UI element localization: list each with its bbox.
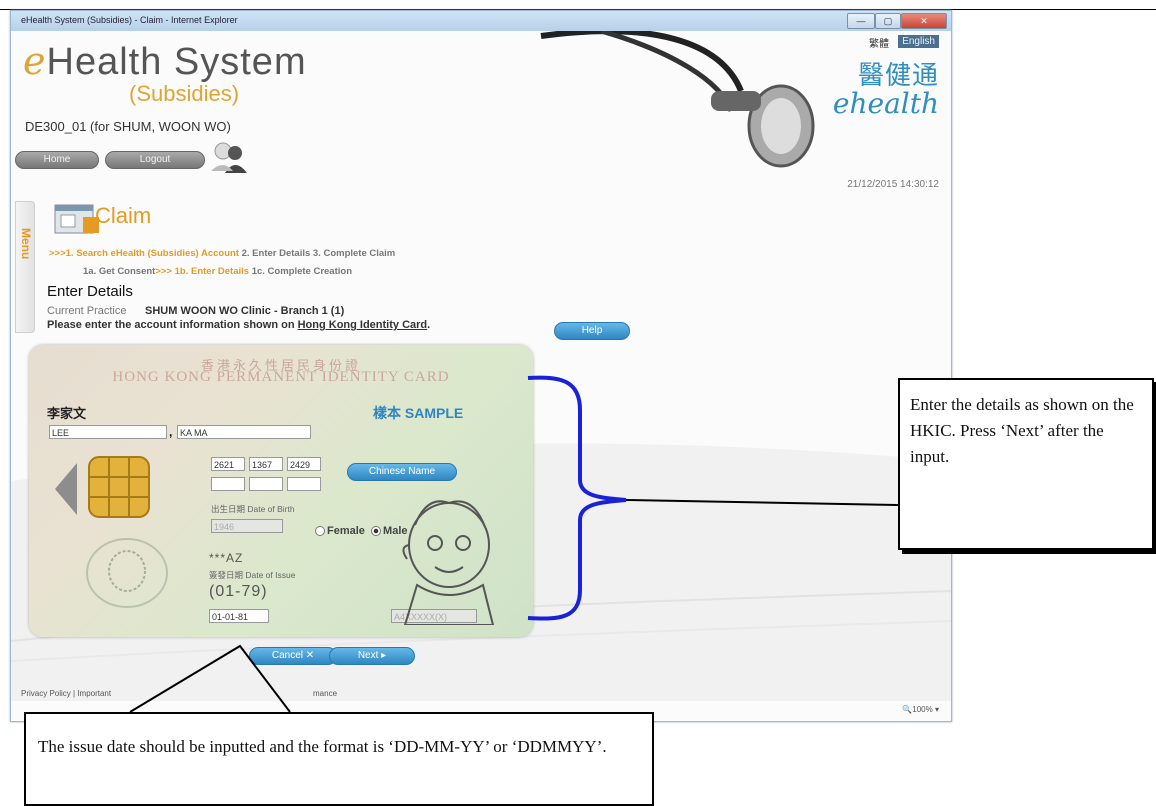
surname-input[interactable]: LEE <box>49 425 167 439</box>
male-radio[interactable] <box>371 526 382 537</box>
english-language-link[interactable]: English <box>898 35 939 48</box>
chip-icon <box>88 456 150 518</box>
dob-label: 出生日期 Date of Birth <box>211 504 295 514</box>
doi-label: 簽發日期 Date of Issue <box>209 570 296 580</box>
browser-window: eHealth System (Subsidies) - Claim - Int… <box>10 10 952 722</box>
hkic-link[interactable]: Hong Kong Identity Card <box>298 319 428 331</box>
ccc-input-5[interactable] <box>249 477 283 491</box>
chinese-language-link[interactable]: 繁體 <box>869 35 889 50</box>
practice-value: SHUM WOON WO Clinic - Branch 1 (1) <box>145 305 345 317</box>
maximize-button[interactable]: ▢ <box>875 13 901 29</box>
card-arrow-decoration <box>55 463 77 515</box>
current-datetime: 21/12/2015 14:30:12 <box>847 179 939 190</box>
doi-code: (01-79) <box>209 583 268 600</box>
people-icon <box>211 142 247 173</box>
name-separator: , <box>169 425 173 439</box>
cancel-button[interactable]: Cancel ✕ <box>249 647 337 665</box>
home-button[interactable]: Home <box>15 151 99 169</box>
logout-button[interactable]: Logout <box>105 151 205 169</box>
ehealth-logo: ehealth <box>832 87 939 120</box>
female-radio[interactable] <box>315 526 325 537</box>
step-1c: 1c. Complete Creation <box>249 266 353 277</box>
app-logo: eHealth System <box>23 39 307 83</box>
app-logo-subtitle: (Subsidies) <box>129 81 240 106</box>
ccc-input-2[interactable]: 1367 <box>249 457 283 471</box>
section-title: Enter Details <box>47 283 133 300</box>
zoom-level[interactable]: 🔍100% ▾ <box>902 705 939 714</box>
chinese-name-button[interactable]: Chinese Name <box>347 463 457 481</box>
instruction-text: Please enter the account information sho… <box>47 319 431 331</box>
progress-steps: >>>1. Search eHealth (Subsidies) Account… <box>49 248 395 259</box>
claim-icon <box>54 204 99 234</box>
date-of-issue-input[interactable]: 01-01-81 <box>209 609 269 623</box>
side-menu-tab[interactable]: Menu <box>15 201 35 333</box>
cartoon-face-image <box>402 500 495 625</box>
card-symbols: ***AZ <box>209 551 244 565</box>
minimize-button[interactable]: — <box>847 13 875 29</box>
sample-stamp: 樣本 SAMPLE <box>373 405 464 421</box>
callout-right: Enter the details as shown on the HKIC. … <box>898 378 1154 550</box>
footer: Privacy Policy | Important mance <box>21 689 337 698</box>
close-button[interactable]: ✕ <box>901 13 947 29</box>
page-title: Claim <box>95 203 152 228</box>
female-label: Female <box>327 525 365 537</box>
title-bar: eHealth System (Subsidies) - Claim - Int… <box>11 11 951 31</box>
card-chinese-name: 李家文 <box>47 406 87 421</box>
help-button[interactable]: Help <box>554 322 630 340</box>
next-button[interactable]: Next ▸ <box>329 647 415 665</box>
ccc-input-3[interactable]: 2429 <box>287 457 321 471</box>
dob-input[interactable]: 1946 <box>211 519 283 533</box>
practice-label: Current Practice <box>47 305 127 317</box>
menu-label: Menu <box>19 228 33 260</box>
ccc-input-6[interactable] <box>287 477 321 491</box>
given-name-input[interactable]: KA MA <box>177 425 311 439</box>
ccc-input-1[interactable]: 2621 <box>211 457 245 471</box>
ccc-input-4[interactable] <box>211 477 245 491</box>
steps-remaining: 2. Enter Details 3. Complete Claim <box>238 248 396 259</box>
window-title: eHealth System (Subsidies) - Claim - Int… <box>21 15 238 25</box>
stethoscope-image <box>540 31 815 168</box>
step-1-active: >>>1. Search eHealth (Subsidies) Account <box>49 248 239 259</box>
watermark-portrait <box>86 538 168 608</box>
card-title-english: HONG KONG PERMANENT IDENTITY CARD <box>112 369 450 385</box>
callout-bottom: The issue date should be inputted and th… <box>24 712 654 806</box>
footer-links-right[interactable]: mance <box>313 689 337 698</box>
sub-steps: 1a. Get Consent>>> 1b. Enter Details 1c.… <box>83 266 352 277</box>
footer-links[interactable]: Privacy Policy | Important <box>21 689 111 698</box>
step-1b-active: >>> 1b. Enter Details <box>155 266 250 277</box>
hkic-card: 香港永久性居民身份證 HONG KONG PERMANENT IDENTITY … <box>29 345 533 637</box>
step-1a: 1a. Get Consent <box>83 266 156 277</box>
user-info: DE300_01 (for SHUM, WOON WO) <box>25 119 231 134</box>
